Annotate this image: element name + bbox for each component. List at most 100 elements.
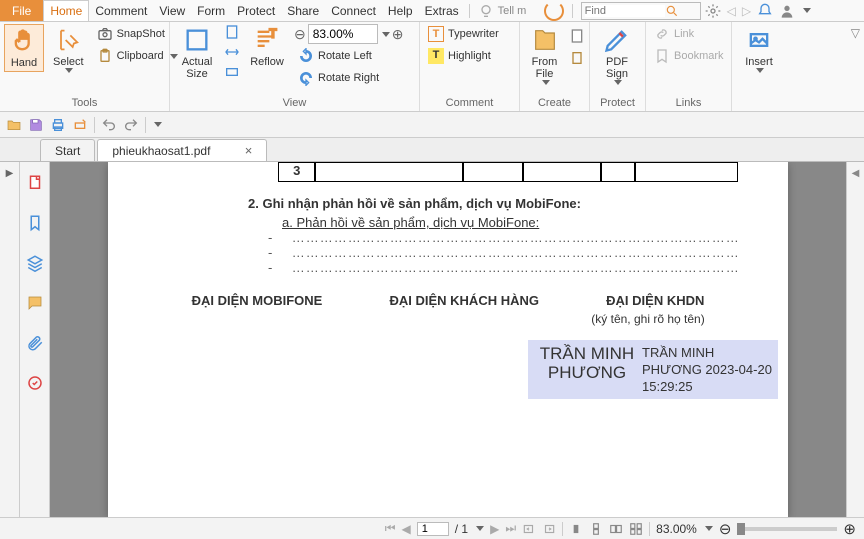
file-menu[interactable]: File [0, 0, 43, 21]
close-tab-icon[interactable]: × [245, 143, 253, 158]
clipboard-button[interactable]: Clipboard [93, 46, 182, 66]
view-single-icon[interactable] [569, 522, 583, 536]
zoom-out-status-icon[interactable]: ⊖ [719, 520, 732, 538]
nav-fwd-icon[interactable] [542, 522, 556, 536]
fit-page-icon[interactable] [224, 24, 240, 40]
menu-protect[interactable]: Protect [231, 1, 281, 21]
zoom-in-icon[interactable]: ⊕ [392, 26, 404, 43]
gear-icon[interactable] [705, 3, 721, 19]
ribbon-collapse-icon[interactable]: ▽ [851, 26, 860, 40]
quick-print-icon[interactable] [72, 117, 88, 133]
pages-panel-icon[interactable] [26, 174, 44, 192]
prev-icon[interactable]: ◁ [727, 4, 736, 18]
hand-icon [10, 27, 38, 55]
menu-share[interactable]: Share [281, 1, 325, 21]
signatures-panel-icon[interactable] [26, 374, 44, 392]
prev-page-icon[interactable]: ◀ [402, 522, 411, 536]
tab-document[interactable]: phieukhaosat1.pdf× [97, 139, 267, 161]
group-label-create: Create [524, 95, 585, 109]
menu-form[interactable]: Form [191, 1, 231, 21]
signature-detail: TRẦN MINH PHƯƠNG 2023-04-20 15:29:25 [642, 344, 772, 395]
group-label-protect: Protect [594, 95, 641, 109]
from-file-button[interactable]: From File [524, 24, 565, 87]
right-gutter[interactable]: ◀ [846, 162, 864, 517]
zoom-slider[interactable] [737, 527, 837, 531]
last-page-icon[interactable]: ⏭ [505, 521, 516, 536]
view-continuous-icon[interactable] [589, 522, 603, 536]
tell-me-input[interactable]: Tell m [498, 5, 540, 17]
undo-icon[interactable] [101, 117, 117, 133]
clipboard-pdf-icon[interactable] [569, 50, 585, 66]
group-label-view: View [174, 95, 415, 109]
menu-extras[interactable]: Extras [419, 1, 465, 21]
find-box[interactable] [581, 2, 701, 20]
link-button[interactable]: Link [650, 24, 728, 44]
qtb-dropdown[interactable] [154, 122, 162, 127]
menu-help[interactable]: Help [382, 1, 419, 21]
actual-size-button[interactable]: Actual Size [174, 24, 220, 82]
zoom-in-status-icon[interactable]: ⊕ [843, 520, 856, 538]
zoom-out-icon[interactable]: ⊖ [294, 26, 306, 43]
fit-visible-icon[interactable] [224, 64, 240, 80]
blank-icon[interactable] [569, 28, 585, 44]
next-icon[interactable]: ▷ [742, 4, 751, 18]
insert-button[interactable]: Insert [736, 24, 782, 75]
collapse-right-icon[interactable]: ◀ [852, 168, 860, 179]
comments-panel-icon[interactable] [26, 294, 44, 312]
group-label-links: Links [650, 95, 727, 109]
typewriter-button[interactable]: TTypewriter [424, 24, 503, 44]
open-icon[interactable] [6, 117, 22, 133]
highlight-icon: T [428, 48, 444, 64]
zoom-value: 83.00% [656, 522, 697, 536]
hand-tool[interactable]: Hand [4, 24, 44, 72]
first-page-icon[interactable]: ⏮ [385, 521, 396, 536]
view-facing-icon[interactable] [609, 522, 623, 536]
insert-icon [745, 26, 773, 54]
attachments-panel-icon[interactable] [26, 334, 44, 352]
layers-panel-icon[interactable] [26, 254, 44, 272]
sig-note: (ký tên, ghi rõ họ tên) [558, 312, 738, 326]
bookmark-button[interactable]: Bookmark [650, 46, 728, 66]
sign-icon [603, 26, 631, 54]
sig-col-2: ĐẠI DIỆN KHÁCH HÀNG [389, 293, 539, 308]
save-icon[interactable] [28, 117, 44, 133]
rotate-left-button[interactable]: Rotate Left [294, 46, 403, 66]
menu-view[interactable]: View [153, 1, 191, 21]
svg-text:T: T [269, 28, 276, 41]
snapshot-button[interactable]: SnapShot [93, 24, 182, 44]
doc-heading: 2. Ghi nhận phản hồi về sản phẩm, dịch v… [248, 196, 738, 211]
expand-nav-icon[interactable]: ▶ [6, 168, 14, 179]
signature-name: TRẦN MINH PHƯƠNG [532, 344, 642, 382]
pdf-sign-button[interactable]: PDF Sign [594, 24, 640, 87]
user-dropdown[interactable] [803, 8, 811, 13]
nav-gutter[interactable]: ▶ [0, 162, 20, 517]
menu-connect[interactable]: Connect [325, 1, 382, 21]
find-input[interactable] [585, 5, 665, 17]
next-page-icon[interactable]: ▶ [490, 522, 499, 536]
redo-icon[interactable] [123, 117, 139, 133]
bookmarks-panel-icon[interactable] [26, 214, 44, 232]
user-icon[interactable] [779, 3, 795, 19]
select-tool[interactable]: Select [48, 24, 89, 75]
nav-back-icon[interactable] [522, 522, 536, 536]
print-icon[interactable] [50, 117, 66, 133]
highlight-button[interactable]: THighlight [424, 46, 503, 66]
sig-col-1: ĐẠI DIỆN MOBIFONE [192, 293, 323, 308]
view-facing-cont-icon[interactable] [629, 522, 643, 536]
from-file-icon [531, 26, 559, 54]
search-icon [665, 4, 679, 18]
page-input[interactable] [417, 522, 449, 536]
rotate-right-button[interactable]: Rotate Right [294, 68, 403, 88]
tab-start[interactable]: Start [40, 139, 95, 161]
table-cell: 3 [278, 162, 315, 182]
document-viewport[interactable]: 3 2. Ghi nhận phản hồi về sản phẩm, dịch… [50, 162, 846, 517]
menu-home[interactable]: Home [43, 0, 89, 21]
sig-col-3: ĐẠI DIỆN KHDN [606, 293, 704, 308]
bell-icon[interactable] [757, 3, 773, 19]
digital-signature[interactable]: TRẦN MINH PHƯƠNG TRẦN MINH PHƯƠNG 2023-0… [528, 340, 778, 399]
menu-comment[interactable]: Comment [89, 1, 153, 21]
reflow-button[interactable]: T Reflow [244, 24, 290, 70]
fit-width-icon[interactable] [224, 44, 240, 60]
zoom-input[interactable] [308, 24, 378, 44]
actual-size-icon [183, 26, 211, 54]
